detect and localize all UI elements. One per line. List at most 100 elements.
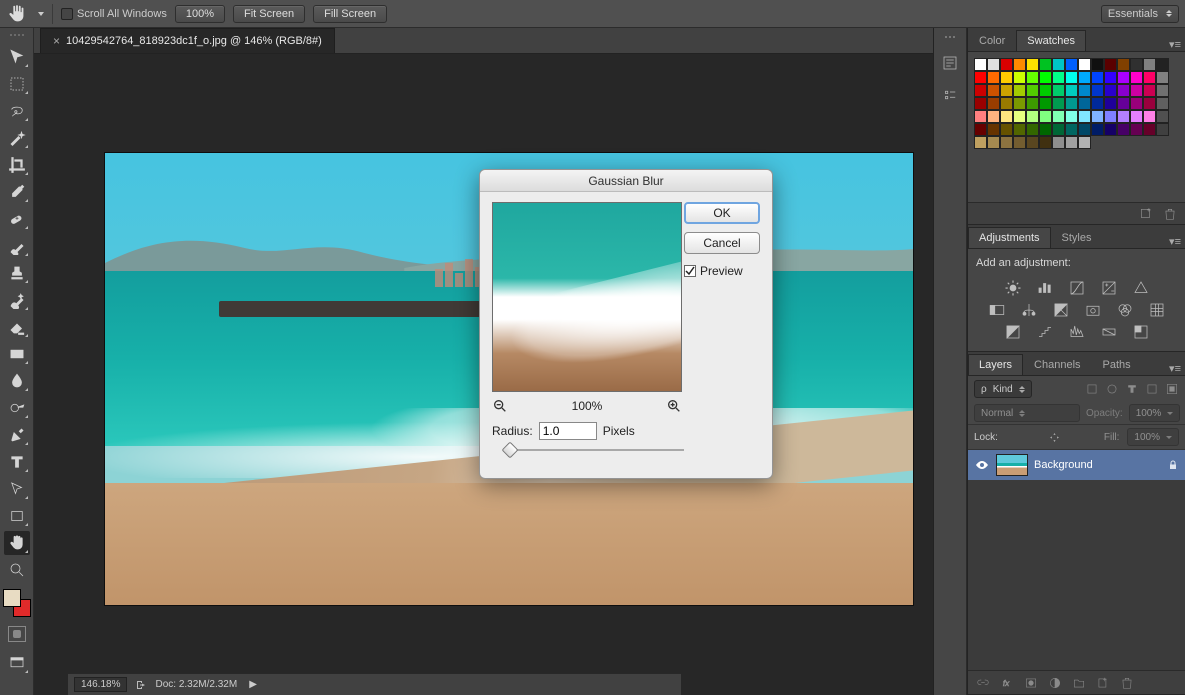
selective-color-icon[interactable] [1131, 323, 1151, 341]
lock-transparent-icon[interactable] [1006, 431, 1019, 444]
panel-grip-icon[interactable] [7, 34, 27, 40]
channel-mixer-icon[interactable] [1115, 301, 1135, 319]
swatch[interactable] [1065, 136, 1078, 149]
invert-icon[interactable] [1003, 323, 1023, 341]
swatch[interactable] [1156, 110, 1169, 123]
swatch[interactable] [1000, 123, 1013, 136]
move-tool-icon[interactable] [4, 45, 30, 69]
radius-slider[interactable] [504, 444, 684, 456]
swatch[interactable] [1143, 71, 1156, 84]
fill-screen-button[interactable]: Fill Screen [313, 5, 387, 23]
swatch[interactable] [1065, 71, 1078, 84]
swatch[interactable] [1078, 84, 1091, 97]
gradient-tool-icon[interactable] [4, 342, 30, 366]
swatch[interactable] [1052, 71, 1065, 84]
swatch[interactable] [1078, 110, 1091, 123]
swatch[interactable] [1000, 71, 1013, 84]
swatch[interactable] [1013, 136, 1026, 149]
swatch[interactable] [1143, 110, 1156, 123]
swatch[interactable] [1156, 123, 1169, 136]
fill-input[interactable]: 100% [1127, 428, 1179, 446]
blur-tool-icon[interactable] [4, 369, 30, 393]
swatch[interactable] [1039, 71, 1052, 84]
filter-adjustment-icon[interactable] [1105, 382, 1119, 396]
screen-mode-icon[interactable] [4, 651, 30, 675]
status-menu-icon[interactable]: ▶ [249, 679, 257, 690]
foreground-background-colors[interactable] [3, 589, 31, 617]
marquee-tool-icon[interactable] [4, 72, 30, 96]
panel-grip-icon[interactable] [941, 36, 959, 42]
swatch[interactable] [974, 123, 987, 136]
magic-wand-tool-icon[interactable] [4, 126, 30, 150]
filter-type-icon[interactable] [1125, 382, 1139, 396]
properties-panel-icon[interactable] [939, 84, 961, 106]
swatch[interactable] [987, 84, 1000, 97]
lock-position-icon[interactable] [1048, 431, 1061, 444]
swatch[interactable] [1039, 84, 1052, 97]
layer-mask-icon[interactable] [1024, 676, 1038, 690]
radius-input[interactable] [539, 422, 597, 440]
swatch[interactable] [1026, 110, 1039, 123]
swatch[interactable] [1000, 136, 1013, 149]
panel-menu-icon[interactable]: ▾≡ [1169, 235, 1181, 248]
levels-icon[interactable] [1035, 279, 1055, 297]
swatch[interactable] [1052, 110, 1065, 123]
swatch[interactable] [987, 97, 1000, 110]
swatch[interactable] [1065, 58, 1078, 71]
tab-layers[interactable]: Layers [968, 354, 1023, 375]
swatch[interactable] [1013, 84, 1026, 97]
panel-menu-icon[interactable]: ▾≡ [1169, 362, 1181, 375]
preview-checkbox[interactable]: Preview [684, 264, 760, 278]
swatch[interactable] [1143, 97, 1156, 110]
gradient-map-icon[interactable] [1099, 323, 1119, 341]
swatch[interactable] [1000, 58, 1013, 71]
swatch[interactable] [1156, 71, 1169, 84]
status-zoom[interactable]: 146.18% [74, 677, 127, 692]
swatch[interactable] [974, 84, 987, 97]
swatch[interactable] [1052, 136, 1065, 149]
swatch[interactable] [1156, 58, 1169, 71]
delete-icon[interactable] [1163, 207, 1177, 221]
swatch[interactable] [1143, 58, 1156, 71]
swatch[interactable] [1130, 110, 1143, 123]
swatch[interactable] [1104, 58, 1117, 71]
swatch[interactable] [1065, 110, 1078, 123]
dialog-preview[interactable] [492, 202, 682, 392]
swatch[interactable] [1026, 97, 1039, 110]
swatch[interactable] [1000, 110, 1013, 123]
swatch[interactable] [1078, 97, 1091, 110]
dodge-tool-icon[interactable] [4, 396, 30, 420]
tab-paths[interactable]: Paths [1092, 354, 1142, 375]
swatch[interactable] [1091, 97, 1104, 110]
posterize-icon[interactable] [1035, 323, 1055, 341]
layer-filter-kind[interactable]: ρKind [974, 380, 1032, 398]
swatch[interactable] [1143, 84, 1156, 97]
shape-tool-icon[interactable] [4, 504, 30, 528]
swatch[interactable] [1130, 71, 1143, 84]
swatch[interactable] [1013, 71, 1026, 84]
filter-shape-icon[interactable] [1145, 382, 1159, 396]
swatch[interactable] [1156, 84, 1169, 97]
tool-preset-dropdown-icon[interactable] [38, 12, 44, 16]
delete-layer-icon[interactable] [1120, 676, 1134, 690]
swatch[interactable] [1065, 123, 1078, 136]
swatch[interactable] [1091, 84, 1104, 97]
bw-icon[interactable] [1051, 301, 1071, 319]
swatch[interactable] [1026, 136, 1039, 149]
new-swatch-icon[interactable] [1139, 207, 1153, 221]
swatch[interactable] [1026, 84, 1039, 97]
quick-mask-icon[interactable] [8, 626, 26, 642]
ok-button[interactable]: OK [684, 202, 760, 224]
swatch[interactable] [1052, 84, 1065, 97]
swatch[interactable] [1130, 97, 1143, 110]
lock-image-icon[interactable] [1027, 431, 1040, 444]
swatch[interactable] [1039, 58, 1052, 71]
swatch[interactable] [974, 58, 987, 71]
tab-close-icon[interactable]: × [53, 34, 60, 48]
swatch[interactable] [1091, 58, 1104, 71]
history-panel-icon[interactable] [939, 52, 961, 74]
layer-style-icon[interactable]: fx [1000, 676, 1014, 690]
swatch[interactable] [1117, 84, 1130, 97]
swatch[interactable] [1104, 84, 1117, 97]
swatch[interactable] [987, 136, 1000, 149]
